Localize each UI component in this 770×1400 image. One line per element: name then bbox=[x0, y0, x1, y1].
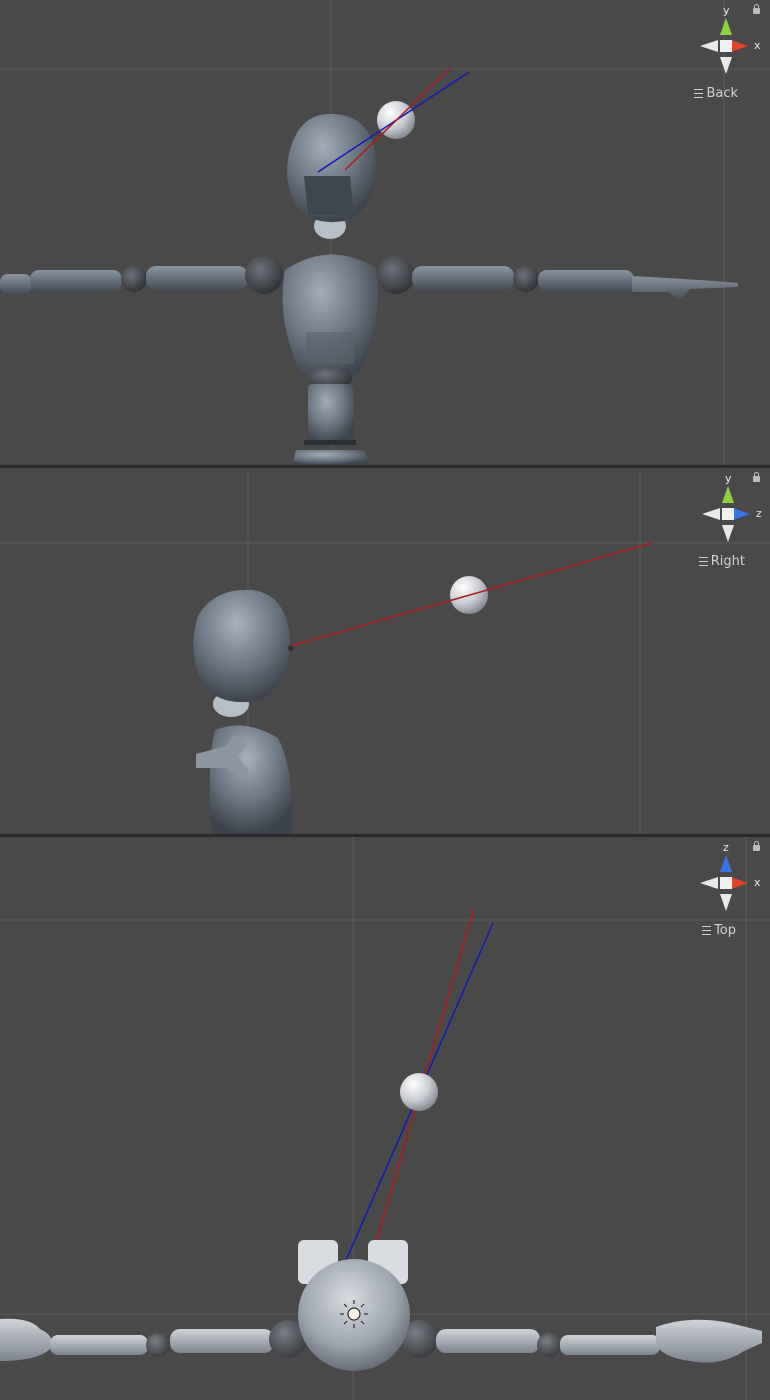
lock-icon[interactable] bbox=[753, 841, 760, 851]
axis-cone-neg-y[interactable] bbox=[722, 525, 734, 542]
orientation-gizmo[interactable]: y z bbox=[688, 470, 768, 550]
scene-back[interactable] bbox=[0, 0, 770, 465]
lock-icon[interactable] bbox=[753, 472, 760, 482]
axis-label-top: y bbox=[725, 472, 732, 485]
gizmo-center-cube[interactable] bbox=[722, 508, 734, 520]
axis-cone-neg-x[interactable] bbox=[700, 40, 718, 52]
view-mode-label: Right bbox=[710, 554, 745, 569]
axis-cone-neg-z[interactable] bbox=[702, 508, 720, 520]
look-ray-red bbox=[344, 67, 451, 171]
character-model[interactable] bbox=[193, 589, 294, 834]
orientation-gizmo[interactable]: z x bbox=[686, 839, 766, 919]
axis-label-top: z bbox=[723, 841, 729, 854]
gizmo-center-cube[interactable] bbox=[720, 40, 732, 52]
viewport-right[interactable]: y z Right bbox=[0, 468, 770, 834]
scene-top[interactable] bbox=[0, 837, 770, 1400]
light-gizmo[interactable] bbox=[400, 1073, 438, 1111]
view-mode-dropdown[interactable]: Back bbox=[694, 86, 738, 101]
axis-cone-z[interactable] bbox=[720, 855, 732, 872]
lock-icon[interactable] bbox=[753, 4, 760, 14]
axis-label-side: x bbox=[754, 39, 761, 52]
orientation-gizmo[interactable]: y x bbox=[686, 2, 766, 82]
scene-right[interactable] bbox=[0, 468, 770, 834]
axis-cone-y[interactable] bbox=[722, 486, 734, 503]
gizmo-center-cube[interactable] bbox=[720, 877, 732, 889]
axis-label-top: y bbox=[723, 4, 730, 17]
view-mode-dropdown[interactable]: Top bbox=[702, 923, 736, 938]
hamburger-menu-icon bbox=[698, 557, 708, 566]
viewport-top[interactable]: z x Top bbox=[0, 837, 770, 1400]
hamburger-menu-icon bbox=[694, 89, 704, 98]
axis-cone-neg-z[interactable] bbox=[720, 894, 732, 911]
character-model[interactable] bbox=[0, 113, 738, 465]
axis-cone-z[interactable] bbox=[733, 508, 750, 520]
axis-cone-y[interactable] bbox=[720, 18, 732, 35]
axis-label-side: z bbox=[756, 507, 762, 520]
axis-cone-x[interactable] bbox=[731, 40, 748, 52]
viewport-back[interactable]: y x Back bbox=[0, 0, 770, 465]
grid-lines bbox=[0, 0, 770, 465]
axis-cone-x[interactable] bbox=[731, 877, 748, 889]
axis-cone-neg-y[interactable] bbox=[720, 57, 732, 74]
view-mode-label: Top bbox=[714, 923, 736, 938]
view-mode-label: Back bbox=[706, 86, 738, 101]
axis-label-side: x bbox=[754, 876, 761, 889]
view-mode-dropdown[interactable]: Right bbox=[698, 554, 745, 569]
hamburger-menu-icon bbox=[702, 926, 712, 935]
axis-cone-neg-x[interactable] bbox=[700, 877, 718, 889]
grid-lines bbox=[0, 468, 770, 834]
look-ray-red bbox=[290, 542, 653, 647]
character-model[interactable] bbox=[0, 1240, 762, 1371]
